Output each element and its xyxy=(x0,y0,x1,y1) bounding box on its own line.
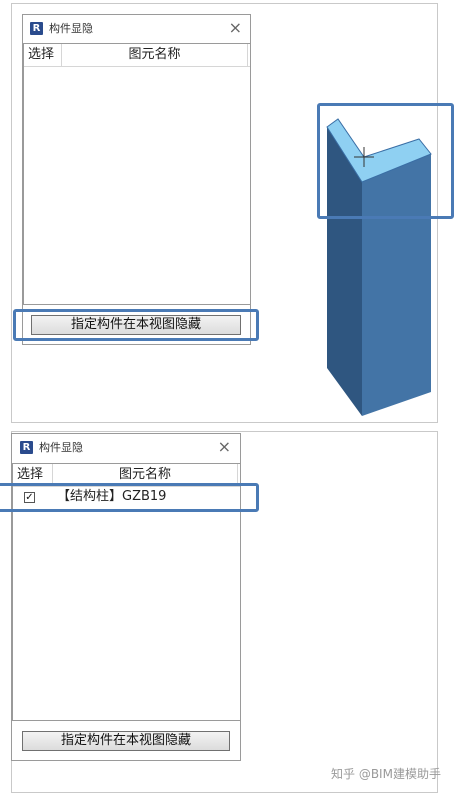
list-header: 选择 图元名称 xyxy=(24,44,250,67)
column-header-select[interactable]: 选择 xyxy=(24,44,62,66)
close-icon[interactable]: × xyxy=(218,439,231,455)
dialog-title: 构件显隐 xyxy=(49,22,93,35)
row-highlight-box xyxy=(0,483,259,512)
close-icon[interactable]: × xyxy=(229,20,242,36)
component-visibility-dialog-top: R 构件显隐 × 选择 图元名称 指定构件在本视图隐藏 xyxy=(22,14,251,345)
revit-logo-icon: R xyxy=(30,22,43,35)
element-list[interactable]: 选择 图元名称 xyxy=(23,43,251,305)
column-highlight-box xyxy=(317,103,454,219)
dialog-title: 构件显隐 xyxy=(39,441,83,454)
hide-in-view-button[interactable]: 指定构件在本视图隐藏 xyxy=(22,731,230,751)
watermark: 知乎 @BIM建模助手 xyxy=(331,767,441,781)
column-header-name[interactable]: 图元名称 xyxy=(62,44,248,66)
revit-logo-icon: R xyxy=(20,441,33,454)
dialog-titlebar[interactable]: R 构件显隐 × xyxy=(12,434,240,462)
button-highlight-box xyxy=(13,309,259,341)
dialog-titlebar[interactable]: R 构件显隐 × xyxy=(23,15,250,43)
